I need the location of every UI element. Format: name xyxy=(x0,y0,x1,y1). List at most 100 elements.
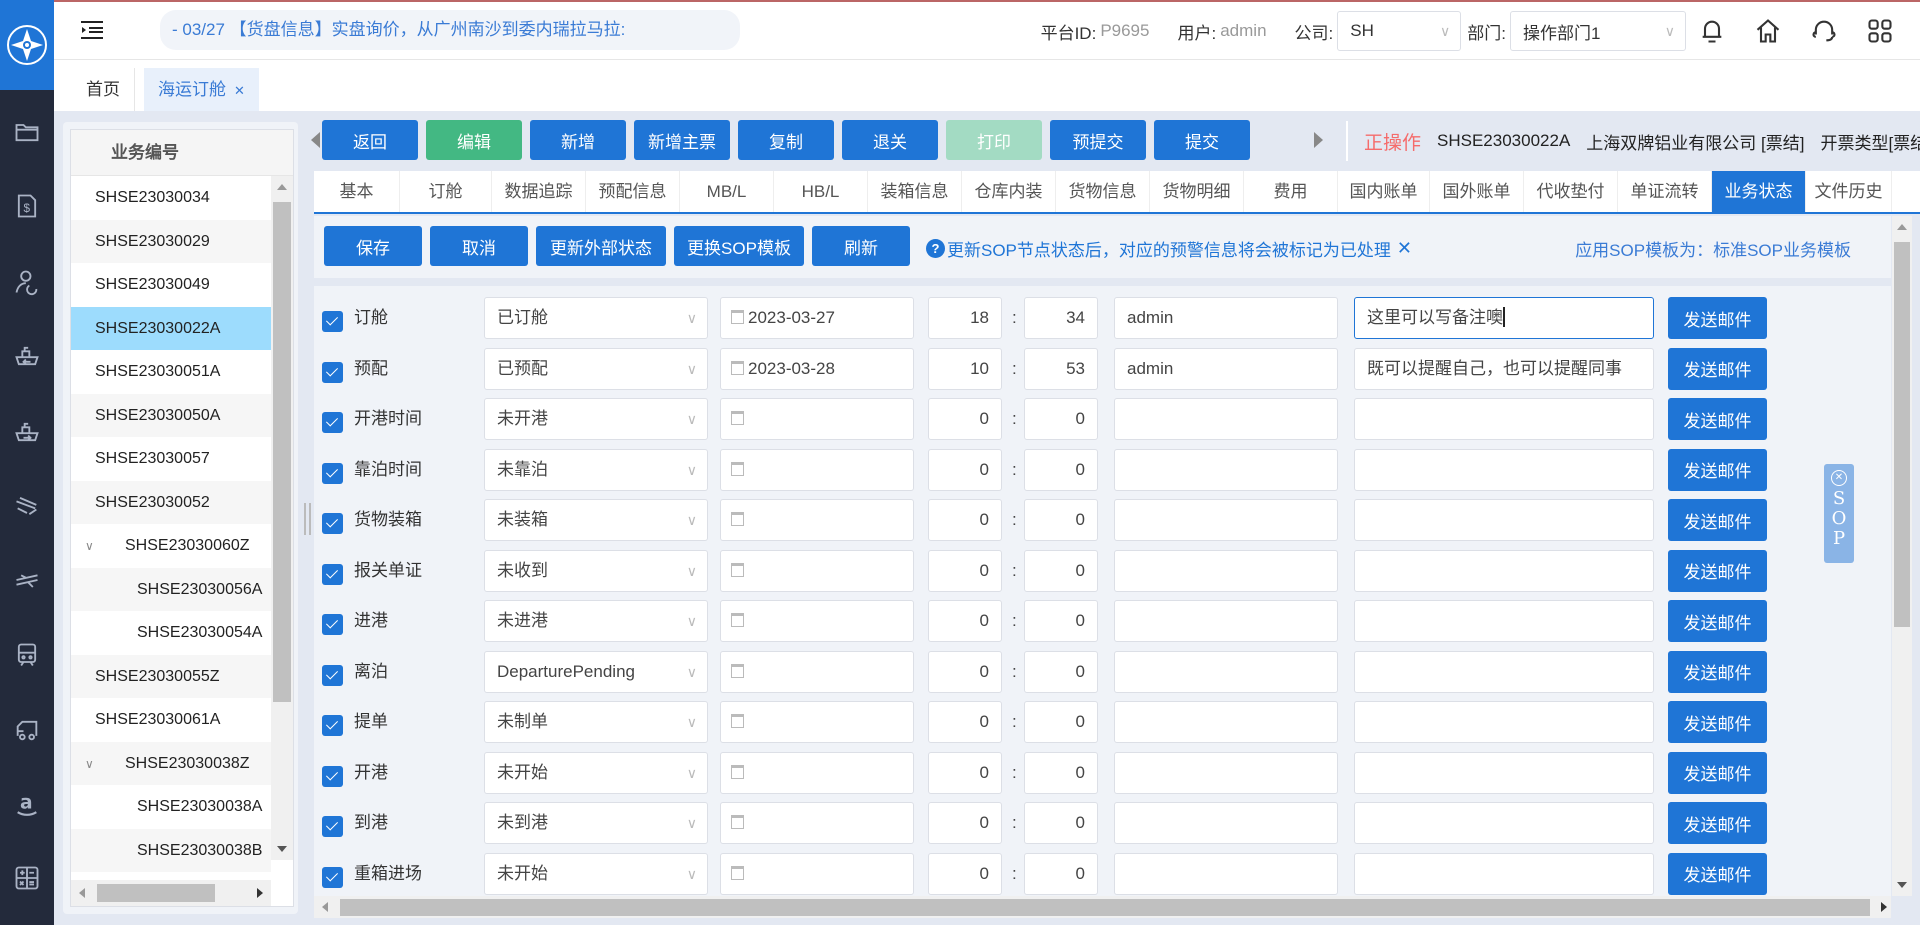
calculator-icon[interactable] xyxy=(0,858,54,898)
list-horizontal-scrollbar[interactable] xyxy=(71,880,271,906)
scroll-thumb[interactable] xyxy=(97,884,215,902)
node-date-input[interactable] xyxy=(720,600,914,642)
node-status-select[interactable]: DeparturePending ∨ xyxy=(484,650,708,693)
sub-tab[interactable]: 业务状态 xyxy=(1712,171,1806,212)
list-item[interactable]: SHSE23030056A xyxy=(71,567,271,611)
close-circle-icon[interactable]: ✕ xyxy=(1831,470,1847,486)
list-item[interactable]: SHSE23030061A xyxy=(71,698,271,742)
sop-vertical-scrollbar[interactable] xyxy=(1892,216,1912,896)
list-vertical-scrollbar[interactable] xyxy=(271,176,293,860)
sub-tab[interactable]: 单证流转 xyxy=(1618,171,1712,212)
node-date-input[interactable] xyxy=(720,549,914,592)
node-hour-input[interactable]: 0 xyxy=(928,852,1002,895)
node-hour-input[interactable]: 0 xyxy=(928,751,1002,794)
node-date-input[interactable] xyxy=(720,802,914,844)
node-checkbox[interactable] xyxy=(322,462,343,484)
node-date-input[interactable] xyxy=(720,751,914,794)
send-email-button[interactable]: 发送邮件 xyxy=(1668,347,1767,390)
node-minute-input[interactable]: 53 xyxy=(1024,347,1098,390)
node-status-select[interactable]: 未到港 ∨ xyxy=(484,802,708,844)
dept-select[interactable]: 操作部门1 ∨ xyxy=(1510,11,1686,51)
node-minute-input[interactable]: 0 xyxy=(1024,650,1098,693)
sop-toolbar-button-0[interactable]: 保存 xyxy=(324,226,422,266)
action-button-8[interactable]: 提交 xyxy=(1154,120,1250,160)
node-hour-input[interactable]: 0 xyxy=(928,650,1002,693)
node-user-input[interactable]: admin xyxy=(1114,347,1338,390)
node-hour-input[interactable]: 0 xyxy=(928,802,1002,844)
node-status-select[interactable]: 未开始 ∨ xyxy=(484,852,708,895)
node-date-input[interactable]: 2023-03-28 xyxy=(720,347,914,390)
list-item[interactable]: ∨ SHSE23030038Z xyxy=(71,741,271,787)
scroll-left-icon[interactable] xyxy=(311,132,320,148)
sop-toolbar-button-3[interactable]: 更换SOP模板 xyxy=(674,226,804,266)
node-hour-input[interactable]: 0 xyxy=(928,549,1002,592)
sub-tab[interactable]: 国外账单 xyxy=(1430,171,1524,212)
sub-tab[interactable]: 货物信息 xyxy=(1056,171,1150,212)
sop-toolbar-button-2[interactable]: 更新外部状态 xyxy=(536,226,666,266)
app-logo[interactable] xyxy=(0,0,54,90)
scroll-thumb[interactable] xyxy=(273,202,291,702)
close-icon[interactable]: ✕ xyxy=(234,83,245,98)
node-status-select[interactable]: 未开始 ∨ xyxy=(484,751,708,794)
headset-icon[interactable] xyxy=(1806,13,1842,49)
node-checkbox[interactable] xyxy=(322,816,343,837)
list-item[interactable]: SHSE23030049 xyxy=(71,263,271,307)
sub-tab[interactable]: 数据追踪 xyxy=(492,171,586,212)
send-email-button[interactable]: 发送邮件 xyxy=(1668,448,1767,491)
chevron-down-icon[interactable]: ∨ xyxy=(85,525,125,569)
node-minute-input[interactable]: 0 xyxy=(1024,751,1098,794)
action-button-1[interactable]: 编辑 xyxy=(426,120,522,160)
node-user-input[interactable] xyxy=(1114,398,1338,440)
node-date-input[interactable] xyxy=(720,650,914,693)
send-email-button[interactable]: 发送邮件 xyxy=(1668,600,1767,642)
scroll-up-icon[interactable] xyxy=(277,184,287,190)
node-user-input[interactable] xyxy=(1114,600,1338,642)
chevron-down-icon[interactable]: ∨ xyxy=(85,743,125,787)
scroll-thumb[interactable] xyxy=(340,899,1870,916)
sub-tab[interactable]: 订舱 xyxy=(400,171,492,212)
news-ticker[interactable]: - 03/27 【货盘信息】实盘询价，从广州南沙到委内瑞拉马拉: xyxy=(160,10,740,50)
scroll-left-icon[interactable] xyxy=(322,902,328,912)
node-minute-input[interactable]: 0 xyxy=(1024,701,1098,743)
node-status-select[interactable]: 未制单 ∨ xyxy=(484,701,708,743)
user-sync-icon[interactable] xyxy=(0,262,54,302)
sub-tab[interactable]: 货物明细 xyxy=(1150,171,1244,212)
sop-toolbar-button-1[interactable]: 取消 xyxy=(430,226,528,266)
node-checkbox[interactable] xyxy=(322,361,343,383)
folder-icon[interactable] xyxy=(0,112,54,152)
sub-tab[interactable]: 费用 xyxy=(1244,171,1338,212)
list-item[interactable]: SHSE23030052 xyxy=(71,480,271,524)
send-email-button[interactable]: 发送邮件 xyxy=(1668,549,1767,592)
node-status-select[interactable]: 未进港 ∨ xyxy=(484,600,708,642)
sop-horizontal-scrollbar[interactable] xyxy=(314,896,1891,918)
list-item[interactable]: SHSE23030038B xyxy=(71,828,271,872)
list-item[interactable]: ∨ SHSE23030060Z xyxy=(71,524,271,568)
sub-tab[interactable]: HB/L xyxy=(774,171,868,212)
node-user-input[interactable] xyxy=(1114,549,1338,592)
scroll-down-icon[interactable] xyxy=(277,846,287,852)
send-email-button[interactable]: 发送邮件 xyxy=(1668,398,1767,440)
sub-tab[interactable]: 文件历史 xyxy=(1806,171,1892,212)
node-status-select[interactable]: 未靠泊 ∨ xyxy=(484,448,708,491)
node-minute-input[interactable]: 0 xyxy=(1024,499,1098,541)
node-checkbox[interactable] xyxy=(322,715,343,736)
send-email-button[interactable]: 发送邮件 xyxy=(1668,701,1767,743)
node-remark-input[interactable] xyxy=(1354,448,1654,491)
node-checkbox[interactable] xyxy=(322,412,343,433)
node-hour-input[interactable]: 0 xyxy=(928,499,1002,541)
node-remark-input[interactable] xyxy=(1354,549,1654,592)
node-minute-input[interactable]: 0 xyxy=(1024,600,1098,642)
scroll-up-icon[interactable] xyxy=(1897,224,1907,230)
sub-tab[interactable]: 代收垫付 xyxy=(1524,171,1618,212)
send-email-button[interactable]: 发送邮件 xyxy=(1668,297,1767,339)
node-status-select[interactable]: 未装箱 ∨ xyxy=(484,499,708,541)
ship-export-icon[interactable] xyxy=(0,412,54,452)
node-user-input[interactable] xyxy=(1114,852,1338,895)
node-minute-input[interactable]: 0 xyxy=(1024,398,1098,440)
node-hour-input[interactable]: 10 xyxy=(928,347,1002,390)
sub-tab[interactable]: 装箱信息 xyxy=(868,171,962,212)
node-user-input[interactable]: admin xyxy=(1114,297,1338,339)
invoice-dollar-icon[interactable]: $ xyxy=(0,186,54,226)
node-user-input[interactable] xyxy=(1114,802,1338,844)
list-item[interactable]: SHSE23030022A xyxy=(71,306,271,350)
